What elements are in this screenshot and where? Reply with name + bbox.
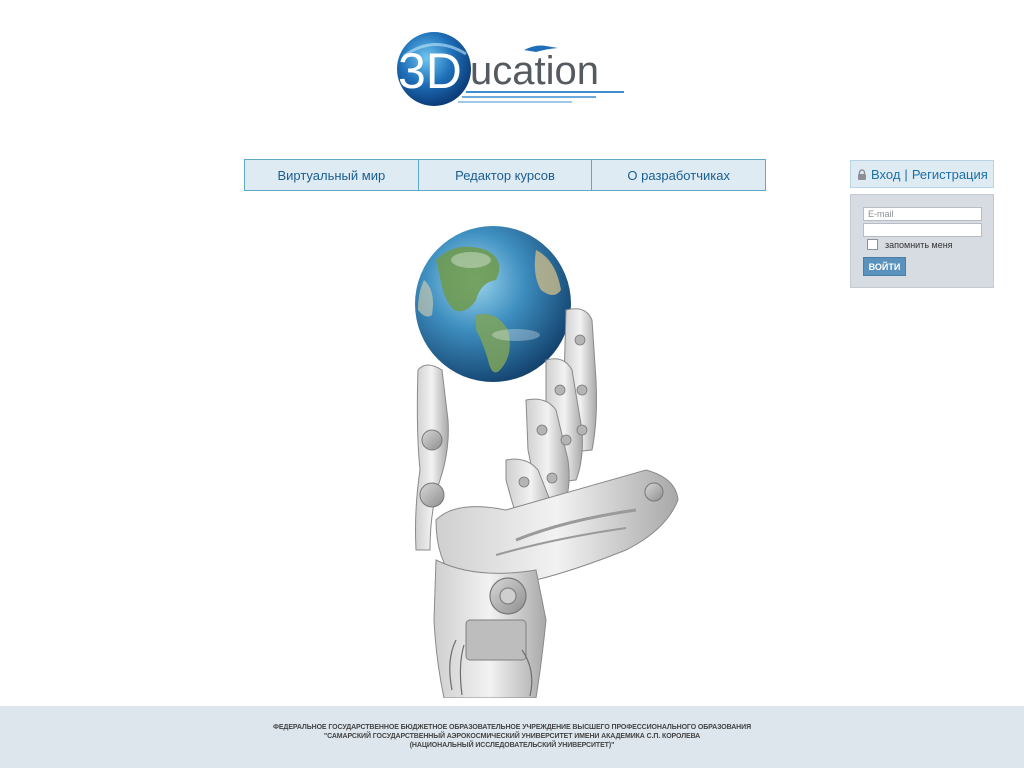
remember-me: запомнить меня: [867, 239, 953, 250]
nav-item-virtual-world[interactable]: Виртуальный мир: [245, 160, 419, 190]
password-field[interactable]: [863, 223, 982, 237]
login-header: Вход | Регистрация: [850, 160, 994, 188]
svg-text:3D: 3D: [398, 43, 462, 99]
footer-line-2: "САМАРСКИЙ ГОСУДАРСТВЕННЫЙ АЭРОКОСМИЧЕСК…: [323, 733, 701, 740]
login-form: запомнить меня ВОЙТИ: [850, 194, 994, 288]
svg-text:ucation: ucation: [470, 49, 599, 93]
nav-item-about-developers[interactable]: О разработчиках: [592, 160, 765, 190]
remember-me-label: запомнить меня: [885, 239, 953, 250]
robot-hand-globe-image: [415, 226, 679, 698]
login-button[interactable]: ВОЙТИ: [863, 257, 906, 276]
register-link[interactable]: Регистрация: [912, 167, 988, 182]
login-link[interactable]: Вход: [871, 167, 900, 182]
lock-icon: [858, 168, 866, 180]
main-nav: Виртуальный мир Редактор курсов О разраб…: [244, 159, 766, 191]
login-separator: |: [904, 166, 908, 182]
nav-item-course-editor[interactable]: Редактор курсов: [419, 160, 593, 190]
3ducation-logo[interactable]: 3D ucation: [396, 28, 628, 110]
footer: ФЕДЕРАЛЬНОЕ ГОСУДАРСТВЕННОЕ БЮДЖЕТНОЕ ОБ…: [0, 706, 1024, 768]
page: 3D ucation Виртуальный мир Редактор курс…: [0, 0, 1024, 768]
email-field[interactable]: [863, 207, 982, 221]
remember-me-checkbox[interactable]: [867, 239, 878, 250]
footer-line-1: ФЕДЕРАЛЬНОЕ ГОСУДАРСТВЕННОЕ БЮДЖЕТНОЕ ОБ…: [272, 724, 752, 731]
footer-line-3: (НАЦИОНАЛЬНЫЙ ИССЛЕДОВАТЕЛЬСКИЙ УНИВЕРСИ…: [409, 742, 615, 749]
